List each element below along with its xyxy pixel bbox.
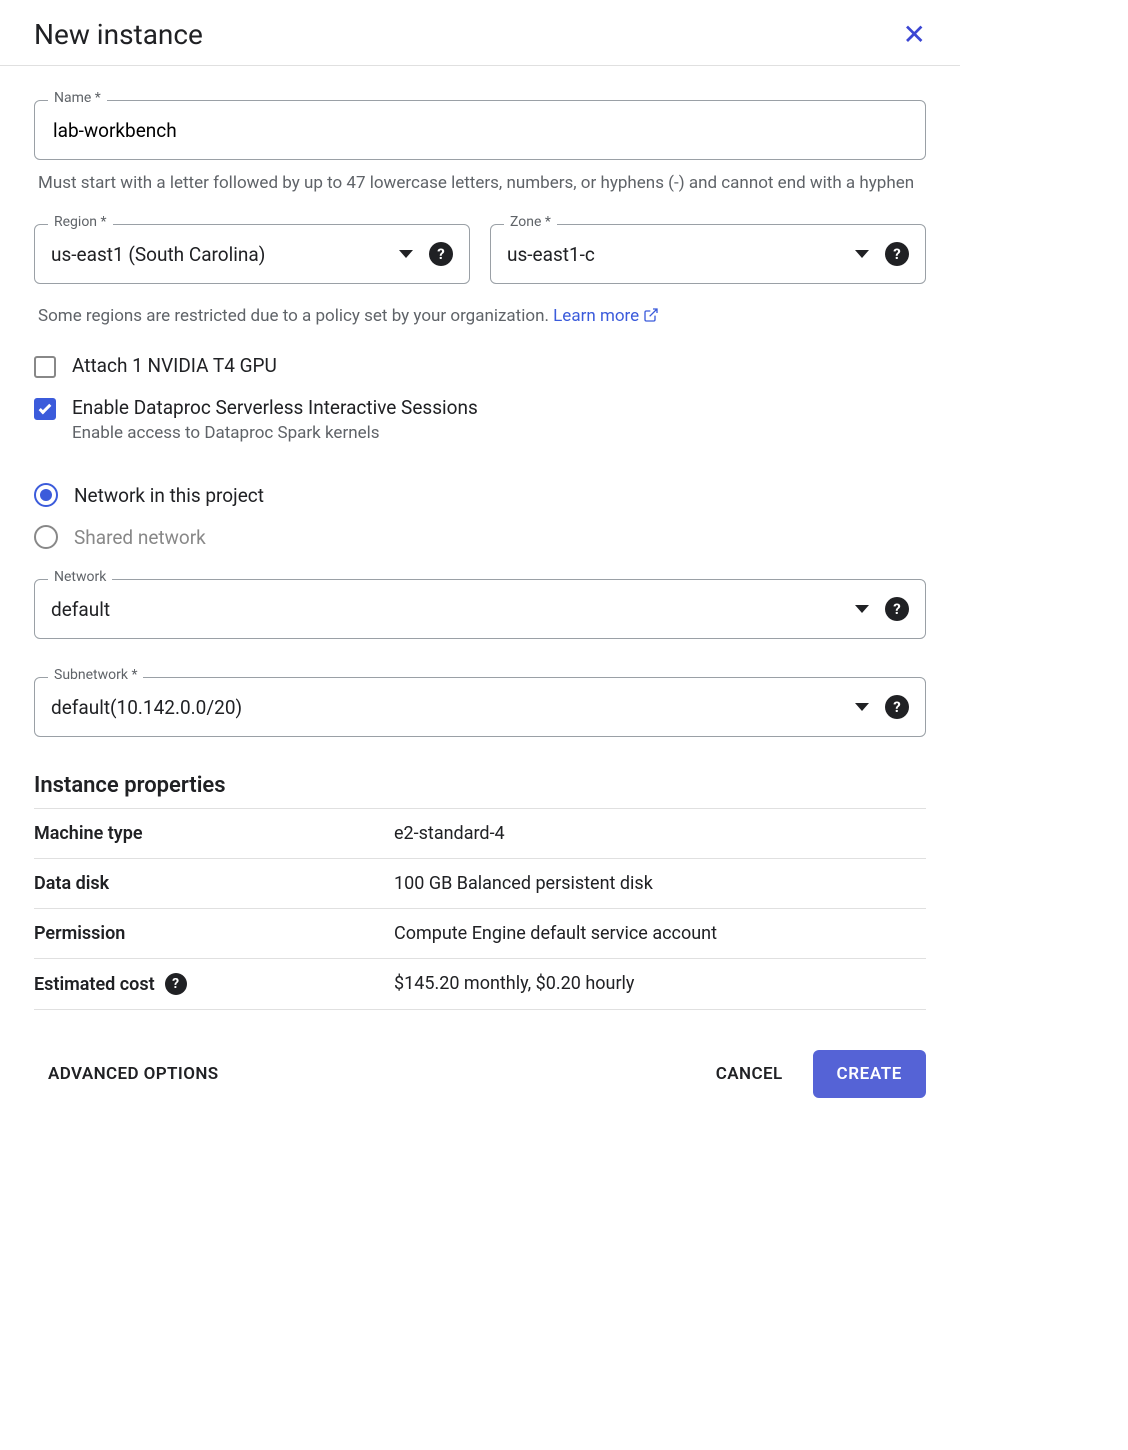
network-project-radio[interactable]: Network in this project bbox=[34, 483, 926, 507]
checkbox-checked-icon bbox=[34, 398, 56, 420]
shared-network-radio[interactable]: Shared network bbox=[34, 525, 926, 549]
chevron-down-icon bbox=[855, 605, 869, 613]
name-field: Name * bbox=[34, 100, 926, 160]
advanced-options-button[interactable]: ADVANCED OPTIONS bbox=[34, 1054, 233, 1094]
gpu-checkbox-row[interactable]: Attach 1 NVIDIA T4 GPU bbox=[34, 354, 926, 378]
dataproc-checkbox-sublabel: Enable access to Dataproc Spark kernels bbox=[72, 423, 478, 443]
region-restriction-notice: Some regions are restricted due to a pol… bbox=[38, 306, 922, 326]
name-helper: Must start with a letter followed by up … bbox=[38, 170, 922, 196]
cancel-button[interactable]: CANCEL bbox=[702, 1054, 797, 1094]
prop-row-data-disk: Data disk 100 GB Balanced persistent dis… bbox=[34, 858, 926, 908]
zone-label: Zone * bbox=[504, 214, 557, 230]
radio-unselected-icon bbox=[34, 525, 58, 549]
name-label: Name * bbox=[48, 90, 107, 106]
subnetwork-value: default(10.142.0.0/20) bbox=[51, 696, 839, 719]
network-label: Network bbox=[48, 569, 112, 585]
subnetwork-select[interactable]: Subnetwork * default(10.142.0.0/20) ? bbox=[34, 677, 926, 737]
dataproc-checkbox-row[interactable]: Enable Dataproc Serverless Interactive S… bbox=[34, 396, 926, 443]
radio-selected-icon bbox=[34, 483, 58, 507]
region-select[interactable]: Region * us-east1 (South Carolina) ? bbox=[34, 224, 470, 284]
network-project-radio-label: Network in this project bbox=[74, 484, 264, 507]
chevron-down-icon bbox=[855, 250, 869, 258]
help-icon[interactable]: ? bbox=[885, 597, 909, 621]
shared-network-radio-label: Shared network bbox=[74, 526, 206, 549]
name-input[interactable] bbox=[51, 101, 909, 159]
gpu-checkbox-label: Attach 1 NVIDIA T4 GPU bbox=[72, 354, 277, 377]
instance-properties-heading: Instance properties bbox=[34, 773, 926, 798]
prop-row-estimated-cost: Estimated cost ? $145.20 monthly, $0.20 … bbox=[34, 958, 926, 1010]
prop-row-machine-type: Machine type e2-standard-4 bbox=[34, 808, 926, 858]
region-label: Region * bbox=[48, 214, 113, 230]
help-icon[interactable]: ? bbox=[885, 242, 909, 266]
dataproc-checkbox-label: Enable Dataproc Serverless Interactive S… bbox=[72, 396, 478, 419]
subnetwork-label: Subnetwork * bbox=[48, 667, 143, 683]
prop-row-permission: Permission Compute Engine default servic… bbox=[34, 908, 926, 958]
zone-value: us-east1-c bbox=[507, 243, 839, 266]
dialog-title: New instance bbox=[34, 18, 203, 51]
network-select[interactable]: Network default ? bbox=[34, 579, 926, 639]
learn-more-link[interactable]: Learn more bbox=[553, 306, 659, 326]
chevron-down-icon bbox=[399, 250, 413, 258]
chevron-down-icon bbox=[855, 703, 869, 711]
help-icon[interactable]: ? bbox=[165, 973, 187, 995]
help-icon[interactable]: ? bbox=[429, 242, 453, 266]
close-icon[interactable]: ✕ bbox=[903, 21, 926, 49]
help-icon[interactable]: ? bbox=[885, 695, 909, 719]
zone-select[interactable]: Zone * us-east1-c ? bbox=[490, 224, 926, 284]
external-link-icon bbox=[643, 307, 659, 323]
checkbox-icon bbox=[34, 356, 56, 378]
region-value: us-east1 (South Carolina) bbox=[51, 243, 383, 266]
create-button[interactable]: CREATE bbox=[813, 1050, 926, 1098]
network-value: default bbox=[51, 598, 839, 621]
